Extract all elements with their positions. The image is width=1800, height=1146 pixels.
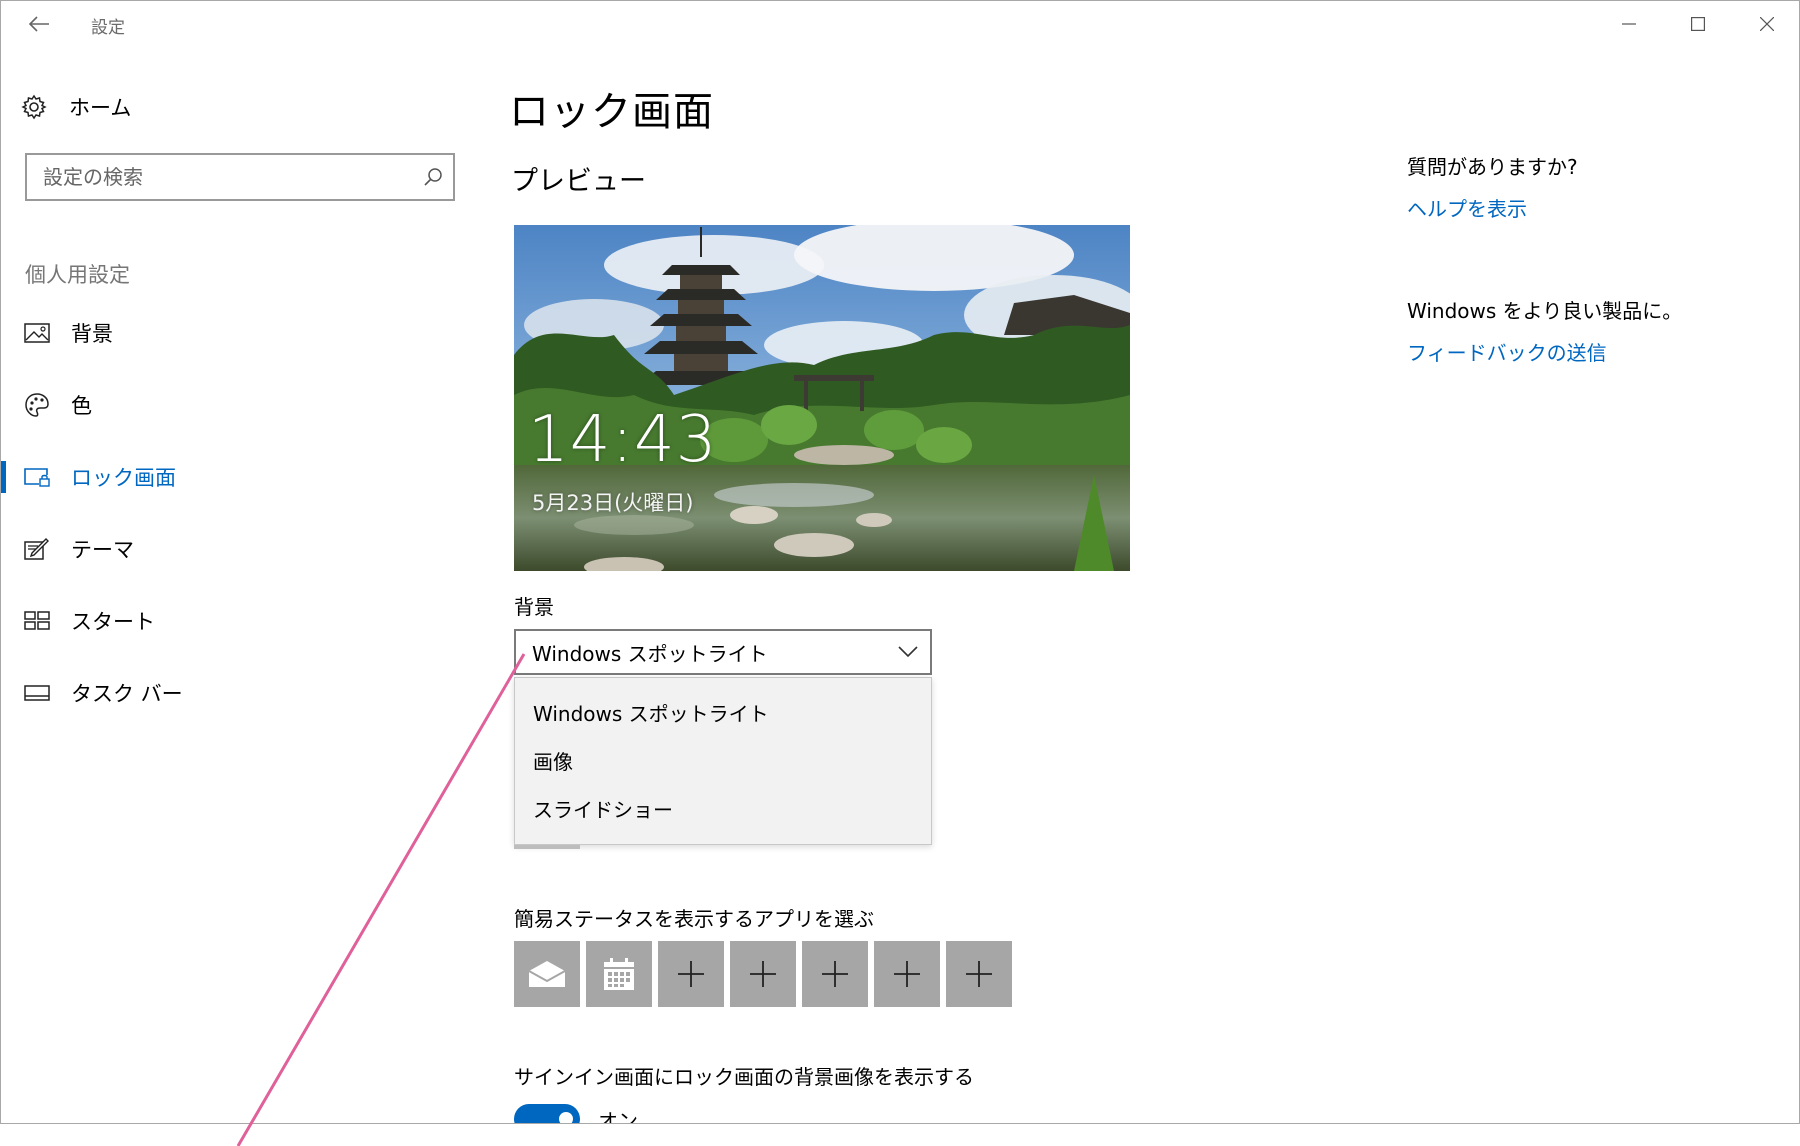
search-icon[interactable] [413, 167, 453, 187]
help-question: 質問がありますか? [1407, 155, 1578, 179]
sidebar-item-label: 色 [71, 394, 92, 418]
start-icon [23, 607, 51, 635]
home-label: ホーム [69, 96, 132, 120]
home-link[interactable]: ホーム [21, 87, 321, 127]
close-icon [1760, 17, 1774, 31]
theme-icon [23, 535, 51, 563]
picture-icon [23, 319, 51, 347]
quick-status-label: 簡易ステータスを表示するアプリを選ぶ [514, 907, 874, 931]
gear-icon [21, 94, 47, 120]
sidebar-item-label: スタート [71, 610, 155, 634]
signin-background-label: サインイン画面にロック画面の背景画像を表示する [514, 1065, 974, 1089]
quick-status-tile-mail[interactable] [514, 941, 580, 1007]
sidebar-item-label: テーマ [71, 538, 134, 562]
signin-background-toggle[interactable] [514, 1104, 580, 1123]
settings-search[interactable] [25, 153, 455, 201]
background-dropdown-value: Windows スポットライト [532, 641, 768, 666]
quick-status-tile-add[interactable] [802, 941, 868, 1007]
taskbar-icon [23, 679, 51, 707]
back-button[interactable] [19, 9, 59, 39]
sidebar-item-label: タスク バー [71, 682, 183, 706]
sidebar-item-label: ロック画面 [71, 466, 176, 490]
palette-icon [23, 391, 51, 419]
title-bar: 設定 [1, 1, 1799, 47]
dropdown-option-slideshow[interactable]: スライドショー [533, 794, 673, 823]
lock-screen-icon [23, 463, 51, 491]
sidebar-item-background[interactable]: 背景 [1, 307, 441, 359]
quick-status-tile-calendar[interactable] [586, 941, 652, 1007]
plus-icon [750, 961, 776, 987]
feedback-link[interactable]: フィードバックの送信 [1407, 337, 1607, 366]
minimize-icon [1622, 23, 1636, 25]
quick-status-tile-add[interactable] [730, 941, 796, 1007]
window-title: 設定 [91, 18, 125, 38]
outside-area [0, 1124, 1800, 1146]
sidebar-item-color[interactable]: 色 [1, 379, 441, 431]
section-heading: 個人用設定 [25, 263, 130, 287]
feedback-prompt: Windows をより良い製品に。 [1407, 299, 1683, 323]
toggle-state-label: オン [598, 1109, 638, 1124]
sidebar-item-start[interactable]: スタート [1, 595, 441, 647]
plus-icon [822, 961, 848, 987]
sidebar-item-label: 背景 [71, 322, 113, 346]
close-button[interactable] [1744, 7, 1790, 41]
background-label: 背景 [514, 595, 554, 619]
preview-time: 14:43 [528, 403, 718, 477]
preview-date: 5月23日(火曜日) [532, 491, 694, 515]
background-dropdown-list: Windows スポットライト 画像 スライドショー [514, 677, 932, 845]
quick-status-tile-add[interactable] [946, 941, 1012, 1007]
toggle-knob [559, 1112, 573, 1123]
plus-icon [894, 961, 920, 987]
quick-status-tiles [514, 941, 1012, 1007]
quick-status-tile-add[interactable] [874, 941, 940, 1007]
sidebar-item-theme[interactable]: テーマ [1, 523, 441, 575]
plus-icon [966, 961, 992, 987]
hidden-control-edge [514, 845, 580, 849]
search-input[interactable] [27, 155, 413, 199]
preview-heading: プレビュー [511, 166, 646, 197]
dropdown-option-picture[interactable]: 画像 [533, 746, 573, 775]
selection-indicator [1, 461, 6, 493]
sidebar-item-taskbar[interactable]: タスク バー [1, 667, 441, 719]
background-dropdown[interactable]: Windows スポットライト [514, 629, 932, 675]
chevron-down-icon [898, 646, 918, 658]
settings-window: 設定 ホーム 個人用設定 背景 色 [0, 0, 1800, 1124]
mail-icon [528, 961, 566, 987]
back-arrow-icon [28, 16, 49, 32]
help-link[interactable]: ヘルプを表示 [1407, 193, 1527, 222]
calendar-icon [604, 958, 634, 990]
preview-image [514, 225, 1130, 571]
plus-icon [678, 961, 704, 987]
maximize-icon [1691, 17, 1705, 31]
quick-status-tile-add[interactable] [658, 941, 724, 1007]
dropdown-option-spotlight[interactable]: Windows スポットライト [533, 698, 769, 727]
maximize-button[interactable] [1675, 7, 1721, 41]
lock-screen-preview: 14:43 5月23日(火曜日) [514, 225, 1130, 571]
sidebar-item-lock-screen[interactable]: ロック画面 [1, 451, 441, 503]
minimize-button[interactable] [1606, 7, 1652, 41]
page-title: ロック画面 [509, 89, 714, 135]
